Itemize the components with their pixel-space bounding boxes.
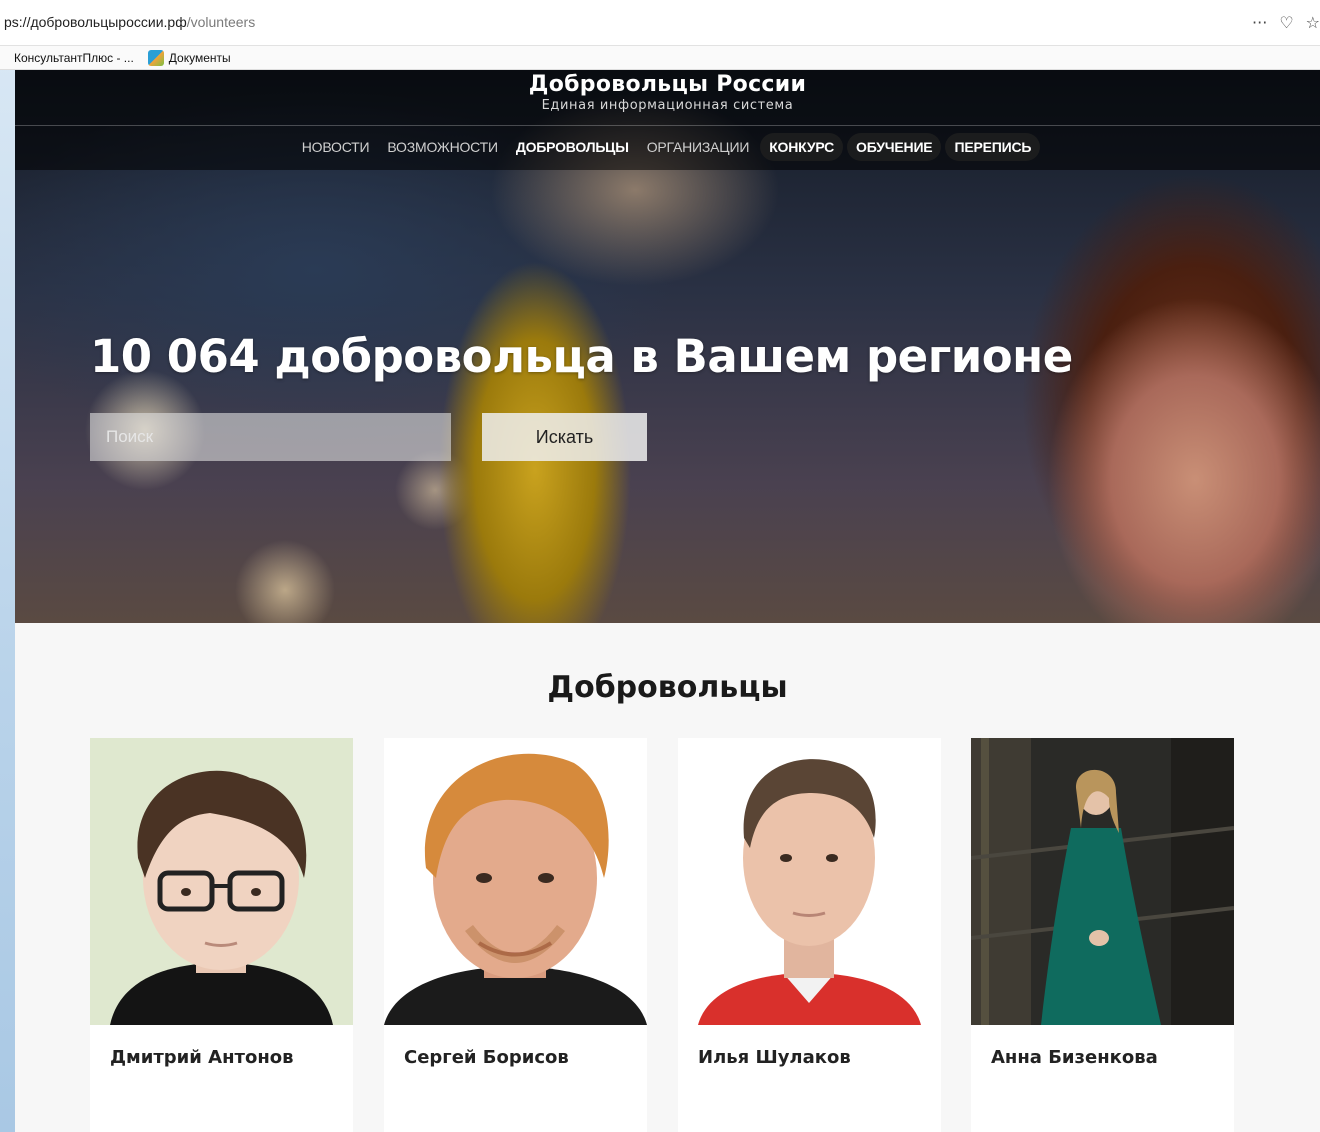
- pocket-icon[interactable]: ♡: [1279, 10, 1293, 36]
- page-actions: ··· ♡ ☆: [1252, 10, 1320, 36]
- volunteer-card[interactable]: Анна Бизенкова: [971, 738, 1234, 1132]
- volunteer-card[interactable]: Дмитрий Антонов: [90, 738, 353, 1132]
- browser-urlbar[interactable]: ps://добровольцыроссии.рф/volunteers ···…: [0, 0, 1320, 46]
- nav-training[interactable]: ОБУЧЕНИЕ: [847, 133, 942, 161]
- bookmarks-bar: КонсультантПлюс - ... Документы: [0, 46, 1320, 70]
- bookmark-star-icon[interactable]: ☆: [1306, 10, 1320, 36]
- portrait-image: [384, 738, 647, 1025]
- nav-news[interactable]: НОВОСТИ: [295, 135, 377, 159]
- volunteer-name[interactable]: Илья Шулаков: [698, 1047, 851, 1068]
- volunteer-name[interactable]: Анна Бизенкова: [991, 1047, 1158, 1068]
- portrait-image: [678, 738, 941, 1025]
- section-title: Добровольцы: [547, 670, 788, 705]
- bookmark-documents[interactable]: Документы: [147, 49, 231, 66]
- volunteer-photo[interactable]: [384, 738, 647, 1025]
- volunteer-name[interactable]: Сергей Борисов: [404, 1047, 569, 1068]
- portrait-image: [971, 738, 1234, 1025]
- nav-opportunities[interactable]: ВОЗМОЖНОСТИ: [380, 135, 504, 159]
- search-button[interactable]: Искать: [482, 413, 647, 461]
- hero-banner: Добровольцы России Единая информационная…: [15, 70, 1320, 623]
- bookmark-label: Документы: [168, 50, 231, 65]
- more-actions-icon[interactable]: ···: [1252, 10, 1267, 36]
- url-path: /volunteers: [186, 14, 256, 30]
- site-subtitle: Единая информационная система: [541, 98, 794, 113]
- documents-icon: [147, 49, 164, 66]
- nav-contest[interactable]: КОНКУРС: [760, 133, 844, 161]
- header-divider: [15, 125, 1320, 126]
- volunteer-card[interactable]: Илья Шулаков: [678, 738, 941, 1132]
- volunteer-photo[interactable]: [678, 738, 941, 1025]
- volunteer-photo[interactable]: [90, 738, 353, 1025]
- nav-census[interactable]: ПЕРЕПИСЬ: [945, 133, 1041, 161]
- search-input[interactable]: [90, 413, 451, 461]
- site-page: Добровольцы России Единая информационная…: [15, 70, 1320, 1132]
- desktop-edge: [0, 0, 15, 1132]
- volunteer-cards: Дмитрий Антонов Сергей Борисов Илья Шула…: [90, 738, 1250, 1132]
- bookmark-label: КонсультантПлюс - ...: [14, 50, 134, 65]
- nav-organizations[interactable]: ОРГАНИЗАЦИИ: [640, 135, 756, 159]
- site-title: Добровольцы России: [528, 72, 807, 97]
- bookmark-consultant[interactable]: КонсультантПлюс - ...: [14, 51, 134, 65]
- portrait-image: [90, 738, 353, 1025]
- url-text[interactable]: ps://добровольцыроссии.рф/volunteers: [4, 14, 255, 30]
- nav-volunteers[interactable]: ДОБРОВОЛЬЦЫ: [509, 135, 636, 159]
- volunteer-name[interactable]: Дмитрий Антонов: [110, 1047, 294, 1068]
- hero-headline: 10 064 добровольца в Вашем регионе: [90, 330, 1073, 383]
- url-host: ps://добровольцыроссии.рф: [4, 14, 187, 30]
- volunteer-photo[interactable]: [971, 738, 1234, 1025]
- site-logo[interactable]: Добровольцы России Единая информационная…: [15, 70, 1320, 126]
- volunteer-card[interactable]: Сергей Борисов: [384, 738, 647, 1132]
- main-nav: НОВОСТИ ВОЗМОЖНОСТИ ДОБРОВОЛЬЦЫ ОРГАНИЗА…: [15, 132, 1320, 162]
